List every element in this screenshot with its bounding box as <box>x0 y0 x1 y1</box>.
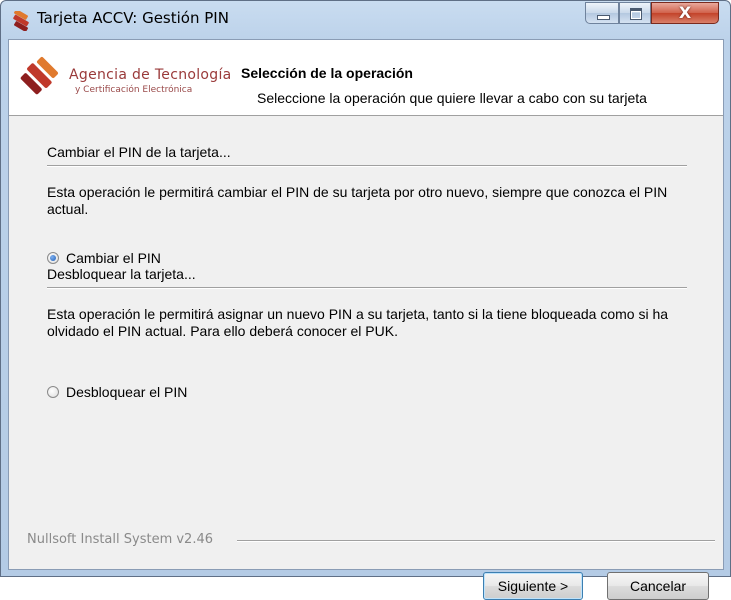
page-subtitle: Seleccione la operación que quiere lleva… <box>257 90 647 106</box>
accv-logo-icon <box>13 11 29 31</box>
next-button[interactable]: Siguiente > <box>483 572 583 600</box>
logo-text: Agencia de Tecnología <box>69 67 232 83</box>
maximize-button[interactable] <box>619 2 651 24</box>
dialog-body: Cambiar el PIN de la tarjeta... Esta ope… <box>9 116 723 600</box>
radio-unblock-pin[interactable]: Desbloquear el PIN <box>47 384 187 400</box>
logo-subtext: y Certificación Electrónica <box>75 85 193 95</box>
window-title: Tarjeta ACCV: Gestión PIN <box>37 9 229 27</box>
section-description: Esta operación le permitirá asignar un n… <box>47 306 669 339</box>
section-divider <box>47 287 687 289</box>
change-pin-section: Cambiar el PIN de la tarjeta... Esta ope… <box>47 144 687 284</box>
close-button[interactable]: X <box>651 2 719 24</box>
radio-change-pin[interactable]: Cambiar el PIN <box>47 250 161 266</box>
radio-button[interactable] <box>47 386 59 398</box>
footer-divider <box>237 540 715 542</box>
section-description: Esta operación le permitirá cambiar el P… <box>47 184 668 217</box>
dialog-client: Agencia de Tecnología y Certificación El… <box>8 39 724 600</box>
title-bar[interactable]: Tarjeta ACCV: Gestión PIN X <box>1 1 730 39</box>
page-header: Agencia de Tecnología y Certificación El… <box>9 40 723 116</box>
close-icon: X <box>678 3 692 22</box>
radio-label[interactable]: Cambiar el PIN <box>66 250 161 266</box>
installer-window: Tarjeta ACCV: Gestión PIN X Agencia de T… <box>0 0 731 600</box>
page-title: Selección de la operación <box>241 65 413 81</box>
unblock-section: Desbloquear la tarjeta... Esta operación… <box>47 266 687 416</box>
section-divider <box>47 165 687 167</box>
section-heading: Cambiar el PIN de la tarjeta... <box>47 144 231 160</box>
installer-branding: Nullsoft Install System v2.46 <box>27 532 214 547</box>
section-heading: Desbloquear la tarjeta... <box>47 266 196 282</box>
radio-button[interactable] <box>47 252 59 264</box>
cancel-button[interactable]: Cancelar <box>607 572 709 600</box>
minimize-button[interactable] <box>585 2 619 24</box>
accv-logo-icon <box>20 57 58 95</box>
radio-label[interactable]: Desbloquear el PIN <box>66 384 187 400</box>
